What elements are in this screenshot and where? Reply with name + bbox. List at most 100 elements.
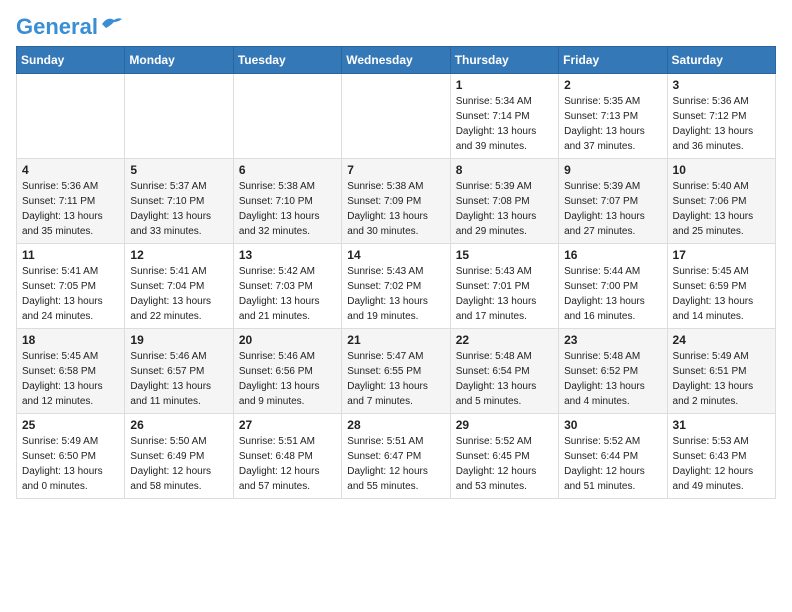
week-row-5: 25Sunrise: 5:49 AM Sunset: 6:50 PM Dayli… bbox=[17, 414, 776, 499]
header-row: SundayMondayTuesdayWednesdayThursdayFrid… bbox=[17, 47, 776, 74]
day-info: Sunrise: 5:48 AM Sunset: 6:54 PM Dayligh… bbox=[456, 349, 553, 409]
day-number: 7 bbox=[347, 163, 444, 177]
calendar-cell: 10 Sunrise: 5:40 AM Sunset: 7:06 PM Dayli… bbox=[667, 159, 775, 244]
calendar-cell: 29 Sunrise: 5:52 AM Sunset: 6:45 PM Dayli… bbox=[450, 414, 558, 499]
day-number: 18 bbox=[22, 333, 119, 347]
day-number: 14 bbox=[347, 248, 444, 262]
calendar-cell: 4 Sunrise: 5:36 AM Sunset: 7:11 PM Daylig… bbox=[17, 159, 125, 244]
calendar-cell: 24Sunrise: 5:49 AM Sunset: 6:51 PM Dayli… bbox=[667, 329, 775, 414]
day-number: 29 bbox=[456, 418, 553, 432]
day-number: 6 bbox=[239, 163, 336, 177]
calendar-cell: 6Sunrise: 5:38 AM Sunset: 7:10 PM Daylig… bbox=[233, 159, 341, 244]
calendar-cell: 25Sunrise: 5:49 AM Sunset: 6:50 PM Dayli… bbox=[17, 414, 125, 499]
calendar-cell: 16 Sunrise: 5:44 AM Sunset: 7:00 PM Dayli… bbox=[559, 244, 667, 329]
day-info: Sunrise: 5:35 AM Sunset: 7:13 PM Dayligh… bbox=[564, 94, 661, 154]
day-info: Sunrise: 5:41 AM Sunset: 7:04 PM Dayligh… bbox=[130, 264, 227, 324]
day-number: 23 bbox=[564, 333, 661, 347]
calendar-cell: 3 Sunrise: 5:36 AM Sunset: 7:12 PM Daylig… bbox=[667, 74, 775, 159]
day-number: 11 bbox=[22, 248, 119, 262]
calendar-table: SundayMondayTuesdayWednesdayThursdayFrid… bbox=[16, 46, 776, 499]
calendar-cell: 26 Sunrise: 5:50 AM Sunset: 6:49 PM Dayli… bbox=[125, 414, 233, 499]
day-info: Sunrise: 5:36 AM Sunset: 7:11 PM Dayligh… bbox=[22, 179, 119, 239]
logo-bird-icon bbox=[100, 16, 122, 32]
calendar-cell: 20Sunrise: 5:46 AM Sunset: 6:56 PM Dayli… bbox=[233, 329, 341, 414]
week-row-1: 1 Sunrise: 5:34 AM Sunset: 7:14 PM Daylig… bbox=[17, 74, 776, 159]
day-info: Sunrise: 5:51 AM Sunset: 6:48 PM Dayligh… bbox=[239, 434, 336, 494]
calendar-cell: 22 Sunrise: 5:48 AM Sunset: 6:54 PM Dayli… bbox=[450, 329, 558, 414]
calendar-cell: 28 Sunrise: 5:51 AM Sunset: 6:47 PM Dayli… bbox=[342, 414, 450, 499]
calendar-cell: 17 Sunrise: 5:45 AM Sunset: 6:59 PM Dayli… bbox=[667, 244, 775, 329]
day-number: 10 bbox=[673, 163, 770, 177]
day-info: Sunrise: 5:47 AM Sunset: 6:55 PM Dayligh… bbox=[347, 349, 444, 409]
day-info: Sunrise: 5:44 AM Sunset: 7:00 PM Dayligh… bbox=[564, 264, 661, 324]
day-number: 4 bbox=[22, 163, 119, 177]
day-number: 31 bbox=[673, 418, 770, 432]
day-number: 26 bbox=[130, 418, 227, 432]
day-info: Sunrise: 5:49 AM Sunset: 6:51 PM Dayligh… bbox=[673, 349, 770, 409]
day-header-sunday: Sunday bbox=[17, 47, 125, 74]
week-row-3: 11 Sunrise: 5:41 AM Sunset: 7:05 PM Dayli… bbox=[17, 244, 776, 329]
day-info: Sunrise: 5:51 AM Sunset: 6:47 PM Dayligh… bbox=[347, 434, 444, 494]
day-info: Sunrise: 5:42 AM Sunset: 7:03 PM Dayligh… bbox=[239, 264, 336, 324]
day-header-wednesday: Wednesday bbox=[342, 47, 450, 74]
day-number: 13 bbox=[239, 248, 336, 262]
day-number: 15 bbox=[456, 248, 553, 262]
day-header-thursday: Thursday bbox=[450, 47, 558, 74]
day-info: Sunrise: 5:48 AM Sunset: 6:52 PM Dayligh… bbox=[564, 349, 661, 409]
calendar-cell: 2Sunrise: 5:35 AM Sunset: 7:13 PM Daylig… bbox=[559, 74, 667, 159]
day-info: Sunrise: 5:34 AM Sunset: 7:14 PM Dayligh… bbox=[456, 94, 553, 154]
day-number: 16 bbox=[564, 248, 661, 262]
day-number: 5 bbox=[130, 163, 227, 177]
day-info: Sunrise: 5:50 AM Sunset: 6:49 PM Dayligh… bbox=[130, 434, 227, 494]
calendar-cell: 5 Sunrise: 5:37 AM Sunset: 7:10 PM Daylig… bbox=[125, 159, 233, 244]
day-header-friday: Friday bbox=[559, 47, 667, 74]
calendar-cell: 18 Sunrise: 5:45 AM Sunset: 6:58 PM Dayli… bbox=[17, 329, 125, 414]
day-info: Sunrise: 5:43 AM Sunset: 7:02 PM Dayligh… bbox=[347, 264, 444, 324]
calendar-cell bbox=[125, 74, 233, 159]
week-row-4: 18 Sunrise: 5:45 AM Sunset: 6:58 PM Dayli… bbox=[17, 329, 776, 414]
day-info: Sunrise: 5:45 AM Sunset: 6:58 PM Dayligh… bbox=[22, 349, 119, 409]
day-info: Sunrise: 5:40 AM Sunset: 7:06 PM Dayligh… bbox=[673, 179, 770, 239]
calendar-cell: 15 Sunrise: 5:43 AM Sunset: 7:01 PM Dayli… bbox=[450, 244, 558, 329]
day-info: Sunrise: 5:36 AM Sunset: 7:12 PM Dayligh… bbox=[673, 94, 770, 154]
day-header-monday: Monday bbox=[125, 47, 233, 74]
day-header-saturday: Saturday bbox=[667, 47, 775, 74]
calendar-cell: 7Sunrise: 5:38 AM Sunset: 7:09 PM Daylig… bbox=[342, 159, 450, 244]
day-number: 9 bbox=[564, 163, 661, 177]
day-number: 28 bbox=[347, 418, 444, 432]
day-number: 22 bbox=[456, 333, 553, 347]
calendar-cell: 31 Sunrise: 5:53 AM Sunset: 6:43 PM Dayli… bbox=[667, 414, 775, 499]
day-info: Sunrise: 5:49 AM Sunset: 6:50 PM Dayligh… bbox=[22, 434, 119, 494]
day-number: 1 bbox=[456, 78, 553, 92]
calendar-cell: 11 Sunrise: 5:41 AM Sunset: 7:05 PM Dayli… bbox=[17, 244, 125, 329]
day-info: Sunrise: 5:41 AM Sunset: 7:05 PM Dayligh… bbox=[22, 264, 119, 324]
calendar-cell: 13 Sunrise: 5:42 AM Sunset: 7:03 PM Dayli… bbox=[233, 244, 341, 329]
calendar-cell: 14 Sunrise: 5:43 AM Sunset: 7:02 PM Dayli… bbox=[342, 244, 450, 329]
calendar-cell: 30 Sunrise: 5:52 AM Sunset: 6:44 PM Dayli… bbox=[559, 414, 667, 499]
logo-text: General bbox=[16, 16, 98, 38]
logo: General bbox=[16, 16, 122, 34]
calendar-cell: 12 Sunrise: 5:41 AM Sunset: 7:04 PM Dayli… bbox=[125, 244, 233, 329]
day-info: Sunrise: 5:46 AM Sunset: 6:57 PM Dayligh… bbox=[130, 349, 227, 409]
day-info: Sunrise: 5:43 AM Sunset: 7:01 PM Dayligh… bbox=[456, 264, 553, 324]
day-info: Sunrise: 5:53 AM Sunset: 6:43 PM Dayligh… bbox=[673, 434, 770, 494]
day-info: Sunrise: 5:52 AM Sunset: 6:44 PM Dayligh… bbox=[564, 434, 661, 494]
calendar-cell: 1 Sunrise: 5:34 AM Sunset: 7:14 PM Daylig… bbox=[450, 74, 558, 159]
day-number: 19 bbox=[130, 333, 227, 347]
day-number: 30 bbox=[564, 418, 661, 432]
calendar-cell: 19 Sunrise: 5:46 AM Sunset: 6:57 PM Dayli… bbox=[125, 329, 233, 414]
day-info: Sunrise: 5:46 AM Sunset: 6:56 PM Dayligh… bbox=[239, 349, 336, 409]
calendar-cell: 23 Sunrise: 5:48 AM Sunset: 6:52 PM Dayli… bbox=[559, 329, 667, 414]
day-number: 21 bbox=[347, 333, 444, 347]
day-number: 12 bbox=[130, 248, 227, 262]
day-info: Sunrise: 5:37 AM Sunset: 7:10 PM Dayligh… bbox=[130, 179, 227, 239]
calendar-cell bbox=[233, 74, 341, 159]
page-header: General bbox=[16, 16, 776, 34]
day-number: 17 bbox=[673, 248, 770, 262]
day-number: 27 bbox=[239, 418, 336, 432]
day-info: Sunrise: 5:52 AM Sunset: 6:45 PM Dayligh… bbox=[456, 434, 553, 494]
day-info: Sunrise: 5:45 AM Sunset: 6:59 PM Dayligh… bbox=[673, 264, 770, 324]
day-number: 3 bbox=[673, 78, 770, 92]
day-info: Sunrise: 5:39 AM Sunset: 7:08 PM Dayligh… bbox=[456, 179, 553, 239]
day-info: Sunrise: 5:39 AM Sunset: 7:07 PM Dayligh… bbox=[564, 179, 661, 239]
